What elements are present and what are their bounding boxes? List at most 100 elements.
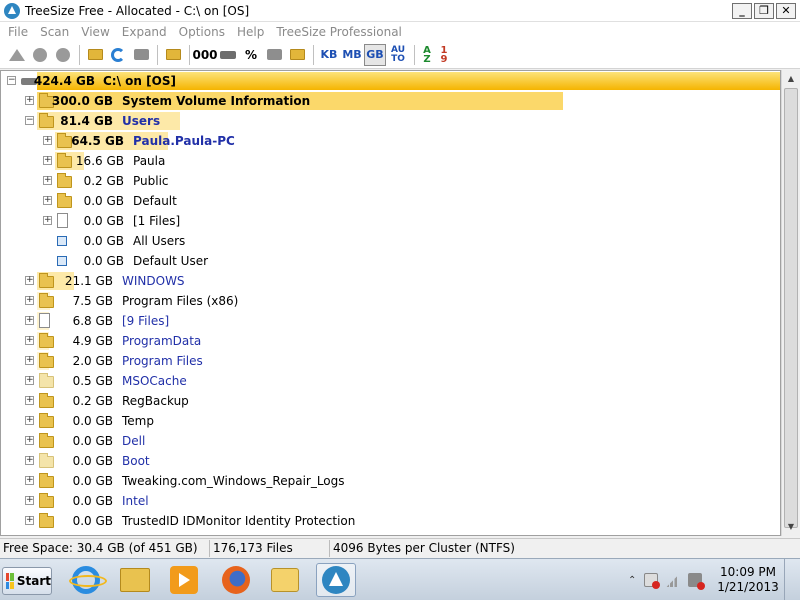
unit-gb-button[interactable]: GB xyxy=(364,43,386,66)
tree-row[interactable]: +0.0 GB Boot xyxy=(1,451,780,471)
tree-row[interactable]: +300.0 GB System Volume Information xyxy=(1,91,780,111)
row-name: Paula xyxy=(133,154,166,168)
tree-row[interactable]: − 81.4 GB Users xyxy=(1,111,780,131)
expand-toggle[interactable]: + xyxy=(25,316,34,325)
expand-toggle[interactable]: + xyxy=(25,356,34,365)
internet-explorer-icon[interactable] xyxy=(66,563,107,597)
tree-row[interactable]: +6.8 GB [9 Files] xyxy=(1,311,780,331)
windows-explorer-icon[interactable] xyxy=(115,563,155,597)
tree-row[interactable]: 0.0 GB Default User xyxy=(1,251,780,271)
show-size-button[interactable] xyxy=(217,44,239,66)
show-percent-button[interactable]: % xyxy=(240,44,262,66)
expand-toggle[interactable]: + xyxy=(43,156,52,165)
expand-toggle[interactable]: + xyxy=(25,476,34,485)
scroll-down-arrow-icon[interactable]: ▼ xyxy=(783,519,799,535)
expand-toggle[interactable]: + xyxy=(25,436,34,445)
toolbar-separator xyxy=(313,44,314,65)
menu-help[interactable]: Help xyxy=(231,25,270,39)
start-button[interactable]: Start xyxy=(2,567,52,595)
expand-toggle[interactable]: + xyxy=(43,176,52,185)
menu-options[interactable]: Options xyxy=(173,25,231,39)
refresh-button[interactable] xyxy=(107,44,129,66)
taskbar: Start ⌃ 10:09 PM 1/21/2013 xyxy=(0,558,800,600)
tree-row[interactable]: +0.5 GB MSOCache xyxy=(1,371,780,391)
row-name: Program Files (x86) xyxy=(122,294,239,308)
tree-row[interactable]: +0.0 GB Temp xyxy=(1,411,780,431)
tree-row[interactable]: +2.0 GB Program Files xyxy=(1,351,780,371)
clock-date: 1/21/2013 xyxy=(717,580,779,594)
expand-toggle[interactable]: + xyxy=(25,376,34,385)
taskbar-clock[interactable]: 10:09 PM 1/21/2013 xyxy=(715,565,781,595)
unit-kb-button[interactable]: KB xyxy=(318,44,340,66)
menu-view[interactable]: View xyxy=(75,25,115,39)
tree-row[interactable]: +4.9 GB ProgramData xyxy=(1,331,780,351)
minimize-button[interactable]: _ xyxy=(732,2,752,19)
tree-row[interactable]: 0.0 GB All Users xyxy=(1,231,780,251)
expand-toggle[interactable]: + xyxy=(43,136,52,145)
close-button[interactable]: ✕ xyxy=(776,2,796,19)
tree-root-row[interactable]: − 424.4 GB C:\ on [OS] xyxy=(1,71,780,91)
tree-row[interactable]: +0.0 GB TrustedID IDMonitor Identity Prot… xyxy=(1,511,780,531)
tree-row[interactable]: +64.5 GB Paula.Paula-PC xyxy=(1,131,780,151)
expand-toggle[interactable]: + xyxy=(25,96,34,105)
back-button[interactable] xyxy=(29,44,51,66)
folder-view-button[interactable] xyxy=(286,44,308,66)
expand-toggle[interactable]: + xyxy=(25,496,34,505)
scrollbar-thumb[interactable] xyxy=(784,88,798,528)
menu-file[interactable]: File xyxy=(2,25,34,39)
tree-row[interactable]: +0.0 GB [1 Files] xyxy=(1,211,780,231)
tree-row[interactable]: +0.0 GB Intel xyxy=(1,491,780,511)
expand-toggle[interactable]: + xyxy=(25,396,34,405)
treesize-icon[interactable] xyxy=(316,563,356,597)
tree-row[interactable]: +0.2 GB Public xyxy=(1,171,780,191)
show-file-count-button[interactable]: 000 xyxy=(192,44,217,66)
action-center-flag-icon[interactable] xyxy=(644,573,661,589)
tree-row[interactable]: +16.6 GB Paula xyxy=(1,151,780,171)
tree-row[interactable]: +7.5 GB Program Files (x86) xyxy=(1,291,780,311)
directory-tree[interactable]: − 424.4 GB C:\ on [OS] +300.0 GB System V… xyxy=(0,70,781,536)
expand-toggle[interactable]: + xyxy=(25,416,34,425)
expand-toggle[interactable]: + xyxy=(25,456,34,465)
scroll-up-arrow-icon[interactable]: ▲ xyxy=(783,71,799,87)
expand-toggle[interactable]: + xyxy=(25,516,34,525)
menu-treesize-professional[interactable]: TreeSize Professional xyxy=(270,25,408,39)
maximize-button[interactable]: ❐ xyxy=(754,2,774,19)
select-directory-button[interactable] xyxy=(84,44,106,66)
expand-toggle[interactable]: + xyxy=(43,196,52,205)
tree-row[interactable]: +0.2 GB RegBackup xyxy=(1,391,780,411)
expand-toggle[interactable]: + xyxy=(25,296,34,305)
tree-row[interactable]: +0.0 GB Dell xyxy=(1,431,780,451)
expand-toggle[interactable]: + xyxy=(25,336,34,345)
outlook-icon[interactable] xyxy=(265,563,305,597)
treesize-app-icon[interactable] xyxy=(4,2,20,19)
expand-toggle[interactable]: + xyxy=(25,276,34,285)
explorer-button[interactable] xyxy=(162,44,184,66)
tree-row[interactable]: +0.0 GB Default xyxy=(1,191,780,211)
row-name: Tweaking.com_Windows_Repair_Logs xyxy=(122,474,345,488)
firefox-icon[interactable] xyxy=(216,563,256,597)
print-button[interactable] xyxy=(130,44,152,66)
row-size: 64.5 GB xyxy=(71,134,124,148)
scan-drive-button[interactable] xyxy=(263,44,285,66)
tree-row[interactable]: +0.0 GB Tweaking.com_Windows_Repair_Logs xyxy=(1,471,780,491)
status-cluster-size: 4096 Bytes per Cluster (NTFS) xyxy=(333,541,515,555)
unit-mb-button[interactable]: MB xyxy=(341,44,363,66)
sort-alphabetical-button[interactable]: A Z xyxy=(419,44,435,66)
collapse-toggle[interactable]: − xyxy=(7,76,16,85)
tree-row[interactable]: +21.1 GB WINDOWS xyxy=(1,271,780,291)
home-button[interactable] xyxy=(6,44,28,66)
media-player-icon[interactable] xyxy=(164,563,204,597)
tree-vertical-scrollbar[interactable]: ▲ ▼ xyxy=(781,70,800,536)
sort-by-size-button[interactable]: 1 9 xyxy=(436,44,452,66)
volume-muted-icon[interactable] xyxy=(688,573,706,590)
unit-auto-button[interactable]: AU TO xyxy=(387,44,409,66)
show-desktop-button[interactable] xyxy=(784,559,800,600)
forward-button[interactable] xyxy=(52,44,74,66)
menu-expand[interactable]: Expand xyxy=(116,25,173,39)
network-signal-icon[interactable] xyxy=(666,573,681,587)
expand-toggle[interactable]: + xyxy=(43,216,52,225)
expand-toggle[interactable]: − xyxy=(25,116,34,125)
row-name: TrustedID IDMonitor Identity Protection xyxy=(122,514,356,528)
menu-scan[interactable]: Scan xyxy=(34,25,75,39)
show-hidden-icons-chevron-icon[interactable]: ⌃ xyxy=(628,575,636,586)
